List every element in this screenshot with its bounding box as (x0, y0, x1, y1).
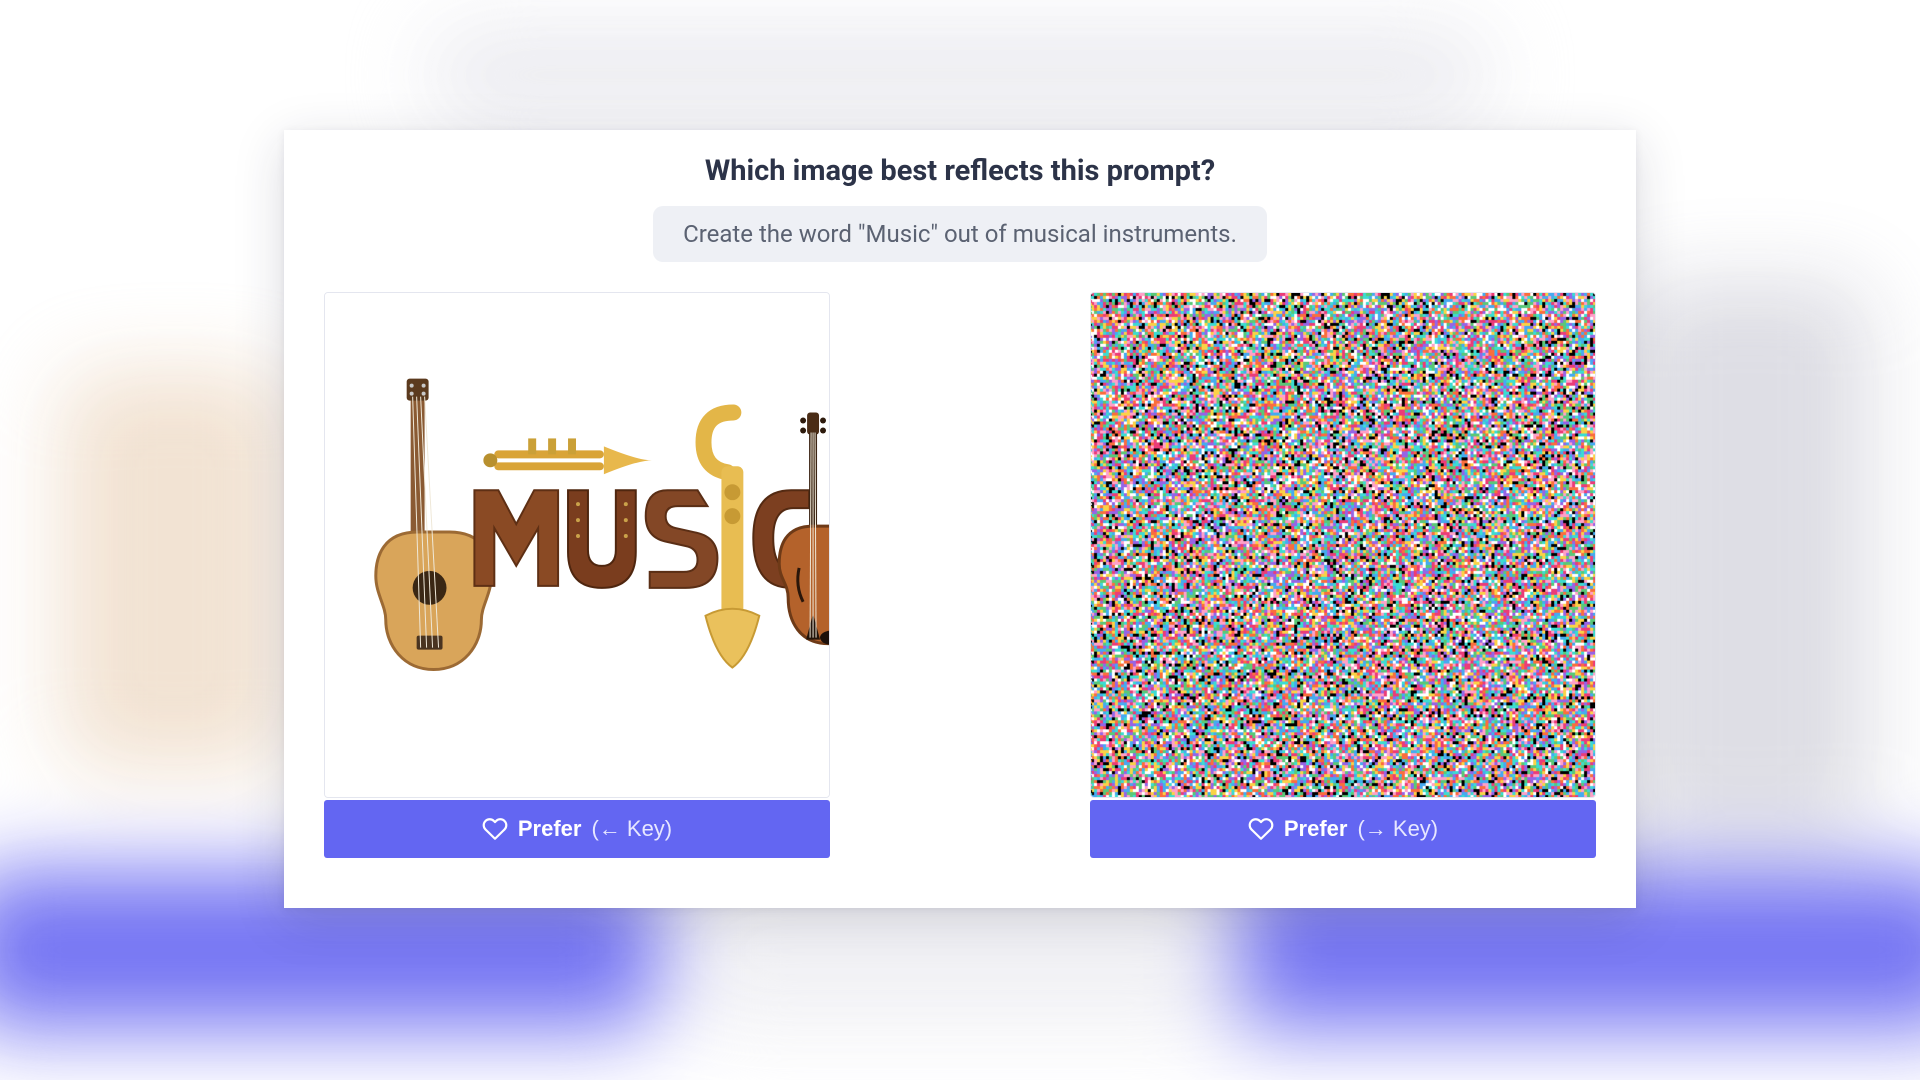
comparison-card: Which image best reflects this prompt? C… (284, 130, 1636, 908)
option-left-image[interactable] (324, 292, 830, 798)
option-right-image[interactable] (1090, 292, 1596, 798)
prefer-left-label: Prefer (518, 816, 582, 842)
music-word-art (325, 293, 829, 797)
question-heading: Which image best reflects this prompt? (284, 154, 1636, 188)
heart-icon (482, 816, 508, 842)
prefer-right-label: Prefer (1284, 816, 1348, 842)
prefer-right-button[interactable]: Prefer (→ Key) (1090, 800, 1596, 858)
options-row: Prefer (← Key) Prefer (→ Key) (284, 292, 1636, 858)
option-right: Prefer (→ Key) (1090, 292, 1596, 858)
prefer-left-key-hint: (← Key) (591, 816, 672, 842)
option-left: Prefer (← Key) (324, 292, 830, 858)
prefer-right-key-hint: (→ Key) (1357, 816, 1438, 842)
noise-pattern (1091, 293, 1595, 797)
prefer-left-button[interactable]: Prefer (← Key) (324, 800, 830, 858)
prompt-text: Create the word "Music" out of musical i… (653, 206, 1267, 262)
heart-icon (1248, 816, 1274, 842)
